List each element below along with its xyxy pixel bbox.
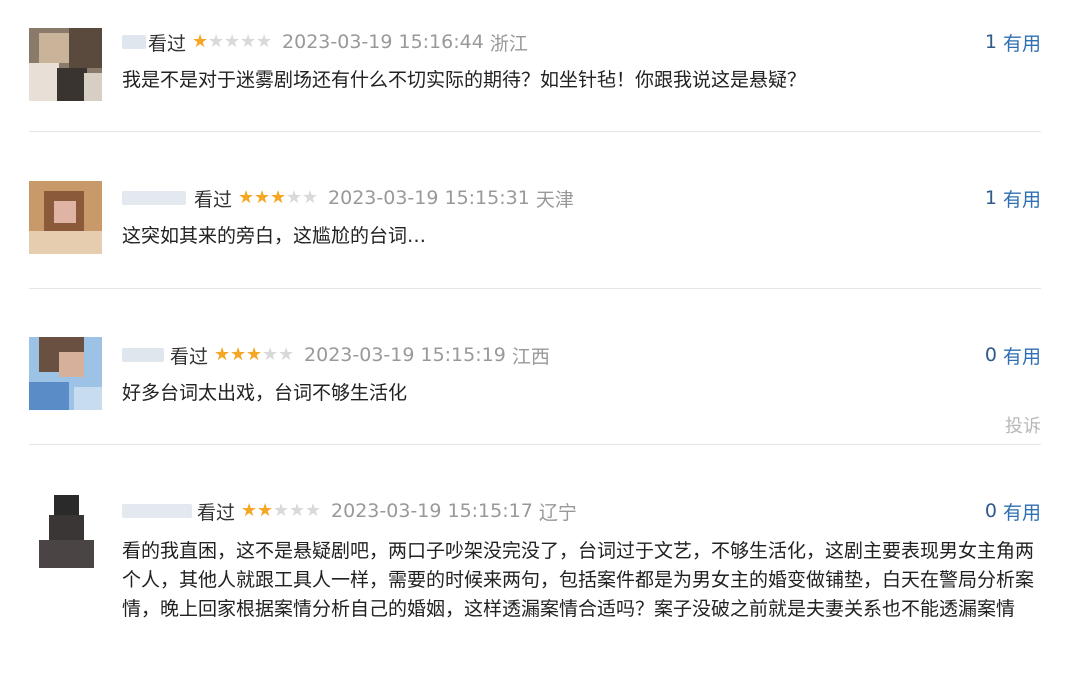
star-rating: ★ ★ ★ ★ ★ bbox=[238, 188, 318, 208]
review-content: 这突如其来的旁白，这尴尬的台词… bbox=[122, 225, 427, 247]
star-empty-icon: ★ bbox=[289, 500, 306, 521]
star-filled-icon: ★ bbox=[238, 187, 255, 208]
star-empty-icon: ★ bbox=[240, 31, 257, 52]
review-location: 浙江 bbox=[489, 32, 528, 55]
avatar[interactable] bbox=[29, 495, 102, 568]
useful-button[interactable]: 有用 bbox=[1003, 342, 1041, 369]
useful-count: 1 bbox=[984, 31, 997, 53]
star-empty-icon: ★ bbox=[302, 187, 319, 208]
review-meta: 看过 ★ ★ ★ ★ ★ 2023-03-19 15:15:17 辽宁 bbox=[122, 497, 577, 525]
report-button[interactable]: 投诉 bbox=[1005, 412, 1041, 438]
useful-button[interactable]: 有用 bbox=[1003, 29, 1041, 56]
useful-count: 0 bbox=[984, 500, 997, 522]
star-filled-icon: ★ bbox=[270, 187, 287, 208]
star-empty-icon: ★ bbox=[278, 344, 295, 365]
star-empty-icon: ★ bbox=[256, 31, 273, 52]
review-time: 2023-03-19 15:16:44 bbox=[282, 31, 484, 53]
useful-vote[interactable]: 0 有用 bbox=[985, 341, 1041, 369]
star-empty-icon: ★ bbox=[305, 500, 322, 521]
useful-vote[interactable]: 1 有用 bbox=[985, 28, 1041, 56]
watched-label: 看过 bbox=[194, 188, 233, 211]
divider bbox=[29, 288, 1041, 289]
star-rating: ★ ★ ★ ★ ★ bbox=[192, 32, 272, 52]
watched-label: 看过 bbox=[170, 345, 209, 368]
star-empty-icon: ★ bbox=[208, 31, 225, 52]
review-location: 江西 bbox=[511, 345, 550, 368]
useful-button[interactable]: 有用 bbox=[1003, 498, 1041, 525]
watched-label: 看过 bbox=[148, 32, 187, 55]
review-meta: 看过 ★ ★ ★ ★ ★ 2023-03-19 15:15:19 江西 bbox=[122, 341, 550, 369]
star-filled-icon: ★ bbox=[241, 500, 258, 521]
review-content: 好多台词太出戏，台词不够生活化 bbox=[122, 382, 408, 404]
divider bbox=[29, 131, 1041, 132]
useful-count: 0 bbox=[984, 344, 997, 366]
review-meta: 看过 ★ ★ ★ ★ ★ 2023-03-19 15:15:31 天津 bbox=[122, 184, 574, 212]
watched-label: 看过 bbox=[197, 501, 236, 524]
username[interactable] bbox=[122, 501, 197, 521]
star-filled-icon: ★ bbox=[246, 344, 263, 365]
avatar[interactable] bbox=[29, 337, 102, 410]
username[interactable] bbox=[122, 32, 148, 52]
review-content: 我是不是对于迷雾剧场还有什么不切实际的期待？如坐针毡！你跟我说这是悬疑？ bbox=[122, 69, 807, 91]
star-empty-icon: ★ bbox=[224, 31, 241, 52]
review-location: 天津 bbox=[535, 188, 574, 211]
star-filled-icon: ★ bbox=[214, 344, 231, 365]
review-content: 看的我直困，这不是悬疑剧吧，两口子吵架没完没了，台词过于文艺，不够生活化，这剧主… bbox=[122, 540, 1035, 620]
star-empty-icon: ★ bbox=[273, 500, 290, 521]
star-empty-icon: ★ bbox=[286, 187, 303, 208]
review-time: 2023-03-19 15:15:19 bbox=[304, 344, 506, 366]
star-rating: ★ ★ ★ ★ ★ bbox=[214, 345, 294, 365]
useful-button[interactable]: 有用 bbox=[1003, 185, 1041, 212]
star-empty-icon: ★ bbox=[262, 344, 279, 365]
avatar[interactable] bbox=[29, 181, 102, 254]
useful-vote[interactable]: 0 有用 bbox=[985, 497, 1041, 525]
star-filled-icon: ★ bbox=[192, 31, 209, 52]
username[interactable] bbox=[122, 188, 194, 208]
avatar[interactable] bbox=[29, 28, 102, 101]
divider bbox=[29, 444, 1041, 445]
review-time: 2023-03-19 15:15:31 bbox=[328, 187, 530, 209]
star-filled-icon: ★ bbox=[257, 500, 274, 521]
star-filled-icon: ★ bbox=[230, 344, 247, 365]
review-time: 2023-03-19 15:15:17 bbox=[331, 500, 533, 522]
username[interactable] bbox=[122, 345, 170, 365]
useful-count: 1 bbox=[984, 187, 997, 209]
star-rating: ★ ★ ★ ★ ★ bbox=[241, 501, 321, 521]
review-location: 辽宁 bbox=[538, 501, 577, 524]
star-filled-icon: ★ bbox=[254, 187, 271, 208]
useful-vote[interactable]: 1 有用 bbox=[985, 184, 1041, 212]
review-meta: 看过 ★ ★ ★ ★ ★ 2023-03-19 15:16:44 浙江 bbox=[122, 28, 528, 56]
